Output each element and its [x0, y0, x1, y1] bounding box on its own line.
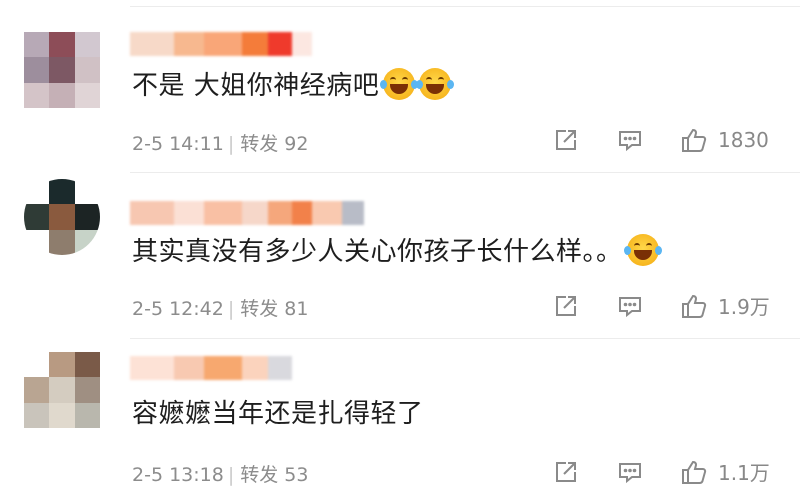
avatar-mosaic-cell — [74, 402, 100, 428]
avatar-mosaic-cell — [49, 377, 75, 403]
comment-divider — [130, 172, 800, 173]
comment-actions: 1.9万 — [552, 291, 774, 320]
repost-count: 53 — [284, 464, 309, 486]
username-blurred[interactable] — [130, 356, 292, 380]
top-divider — [130, 6, 800, 7]
comment-text: 其实真没有多少人关心你孩子长什么样。。 — [132, 234, 662, 269]
avatar-mosaic-cell — [24, 377, 50, 403]
username-blur-block — [242, 356, 268, 380]
avatar-mosaic-cell — [49, 204, 75, 230]
comment-actions: 1.1万 — [552, 457, 774, 486]
username-blur-block — [130, 356, 174, 380]
username-blur-block — [174, 356, 204, 380]
comment-text: 不是 大姐你神经病吧 — [132, 68, 455, 103]
username-blur-block — [268, 356, 292, 380]
username-blurred[interactable] — [130, 32, 312, 56]
comment-date: 2-5 13:18 — [132, 464, 224, 486]
thumbs-up-icon[interactable] — [680, 126, 708, 154]
comment-icon[interactable] — [616, 126, 644, 154]
avatar-mosaic-cell — [24, 229, 50, 255]
crying-tears-icon — [623, 234, 662, 266]
meta-separator: | — [227, 464, 235, 486]
like-count: 1830 — [718, 128, 769, 152]
repost-label[interactable]: 转发 — [240, 298, 278, 320]
comment-text-content: 不是 大姐你神经病吧 — [132, 71, 380, 101]
laughing-tears-icon — [380, 68, 419, 100]
comment-divider — [130, 338, 800, 339]
avatar[interactable] — [24, 352, 100, 428]
username-blur-block — [268, 32, 292, 56]
username-blur-block — [312, 201, 342, 225]
avatar[interactable] — [24, 32, 100, 108]
thumbs-up-icon[interactable] — [680, 292, 708, 320]
avatar-mosaic-cell — [74, 57, 100, 83]
comment-text-content: 其实真没有多少人关心你孩子长什么样。。 — [132, 237, 623, 267]
username-blur-block — [292, 201, 312, 225]
repost-label[interactable]: 转发 — [240, 464, 278, 486]
username-blur-block — [174, 201, 204, 225]
avatar-mosaic-cell — [74, 32, 100, 58]
comment-meta: 2-5 13:18 | 转发 53 — [132, 460, 308, 487]
username-blur-block — [174, 32, 204, 56]
avatar-mosaic-cell — [49, 82, 75, 108]
meta-separator: | — [227, 133, 235, 155]
username-blur-block — [130, 32, 174, 56]
avatar-mosaic-cell — [49, 402, 75, 428]
avatar-mosaic-cell — [49, 57, 75, 83]
avatar-mosaic-cell — [24, 402, 50, 428]
username-blur-block — [204, 201, 242, 225]
comment-icon[interactable] — [616, 292, 644, 320]
avatar-mosaic-cell — [49, 32, 75, 58]
comment-date: 2-5 14:11 — [132, 133, 224, 155]
username-blur-block — [242, 32, 268, 56]
avatar-mosaic-cell — [24, 32, 50, 58]
avatar-mosaic-cell — [74, 204, 100, 230]
comment-meta: 2-5 12:42 | 转发 81 — [132, 294, 308, 321]
like-count: 1.1万 — [718, 461, 770, 485]
repost-count: 92 — [284, 133, 309, 155]
comment-icon[interactable] — [616, 458, 644, 486]
avatar-mosaic-cell — [24, 352, 50, 378]
avatar-mosaic-cell — [24, 82, 50, 108]
avatar-mosaic-cell — [49, 179, 75, 205]
avatar-mosaic-cell — [74, 179, 100, 205]
comment-text-content: 容嬷嬷当年还是扎得轻了 — [132, 399, 424, 429]
share-icon[interactable] — [552, 126, 580, 154]
thumbs-up-icon[interactable] — [680, 458, 708, 486]
username-blur-block — [204, 32, 242, 56]
avatar-mosaic-cell — [24, 179, 50, 205]
avatar-mosaic-cell — [74, 377, 100, 403]
meta-separator: | — [227, 298, 235, 320]
username-blurred[interactable] — [130, 201, 364, 225]
username-blur-block — [204, 356, 242, 380]
laughing-tears-icon — [416, 68, 455, 100]
avatar-mosaic-cell — [24, 57, 50, 83]
comment-text: 容嬷嬷当年还是扎得轻了 — [132, 397, 424, 431]
comment-actions: 1830 — [552, 126, 774, 154]
repost-count: 81 — [284, 298, 309, 320]
avatar[interactable] — [24, 179, 100, 255]
username-blur-block — [130, 201, 174, 225]
username-blur-block — [268, 201, 292, 225]
share-icon[interactable] — [552, 292, 580, 320]
avatar-mosaic-cell — [49, 352, 75, 378]
avatar-mosaic-cell — [74, 229, 100, 255]
repost-label[interactable]: 转发 — [240, 133, 278, 155]
avatar-mosaic-cell — [74, 82, 100, 108]
like-count: 1.9万 — [718, 295, 770, 319]
avatar-mosaic-cell — [49, 229, 75, 255]
avatar-mosaic-cell — [24, 204, 50, 230]
avatar-mosaic-cell — [74, 352, 100, 378]
username-blur-block — [292, 32, 312, 56]
username-blur-block — [242, 201, 268, 225]
username-blur-block — [342, 201, 364, 225]
comment-meta: 2-5 14:11 | 转发 92 — [132, 129, 308, 156]
share-icon[interactable] — [552, 458, 580, 486]
comment-date: 2-5 12:42 — [132, 298, 224, 320]
